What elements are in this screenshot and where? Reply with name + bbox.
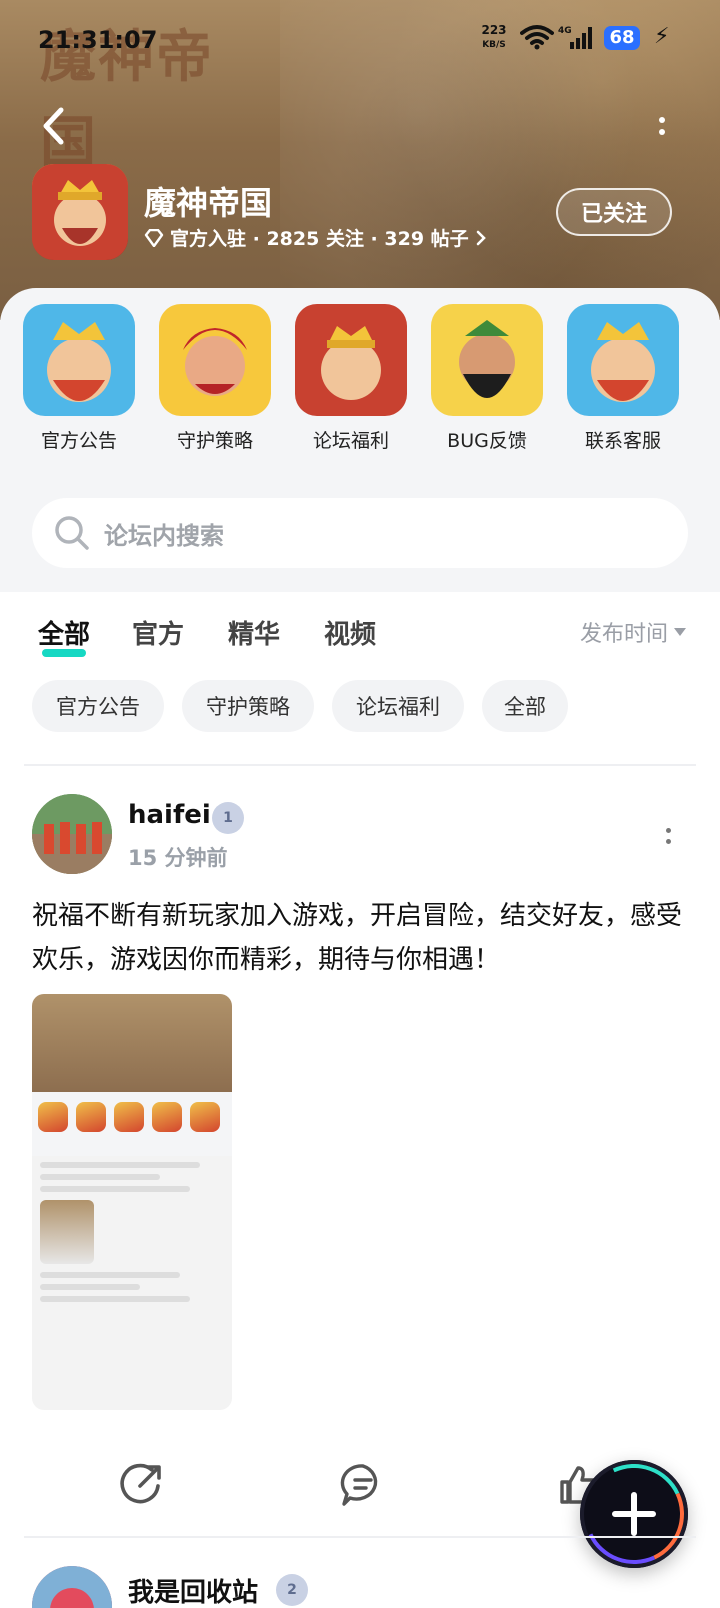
chip-official-notice[interactable]: 官方公告 <box>32 680 164 732</box>
dot-icon <box>665 828 671 833</box>
bug-feedback-icon <box>431 304 543 416</box>
thumbnail-channels <box>32 1092 232 1156</box>
create-post-button[interactable] <box>580 1460 688 1568</box>
charging-icon: ⚡ <box>654 24 670 49</box>
search-placeholder: 论坛内搜索 <box>104 521 224 550</box>
user-avatar-image <box>32 794 112 874</box>
channel-list: 官方公告 守护策略 论坛福利 BUG反馈 联系客服 <box>22 304 702 454</box>
status-bar: 21:31:07 223 KB/S 4G 68 ⚡ <box>0 20 720 60</box>
search-icon <box>55 516 89 550</box>
share-icon[interactable] <box>118 1462 164 1508</box>
chip-all[interactable]: 全部 <box>482 680 568 732</box>
post-content[interactable]: 祝福不断有新玩家加入游戏，开启冒险，结交好友，感受欢乐，游戏因你而精彩，期待与你… <box>32 894 692 982</box>
forum-title: 魔神帝国 <box>144 184 273 222</box>
back-button[interactable] <box>36 104 70 148</box>
official-notice-icon <box>23 304 135 416</box>
battery-indicator: 68 <box>604 26 640 50</box>
forum-stats[interactable]: 官方入驻 · 2825 关注 · 329 帖子 <box>144 224 487 251</box>
user-avatar-image <box>32 1566 112 1608</box>
avatar[interactable] <box>32 1566 112 1608</box>
chevron-left-icon <box>43 107 64 145</box>
network-speed: 223 KB/S <box>481 23 507 51</box>
channel-customer-service[interactable]: 联系客服 <box>566 304 680 454</box>
forum-search-bar[interactable]: 论坛内搜索 <box>32 498 688 568</box>
divider <box>24 1536 696 1538</box>
cellular-signal-icon: 4G <box>558 26 592 49</box>
avatar[interactable] <box>32 794 112 874</box>
post-author[interactable]: 我是回收站 <box>128 1572 258 1608</box>
chip-guard-strategy[interactable]: 守护策略 <box>182 680 314 732</box>
tab-video[interactable]: 视频 <box>324 614 376 651</box>
forum-header-banner: 魔神帝国 21:31:07 223 KB/S 4G 68 ⚡ 魔神帝国 官方入驻… <box>0 0 720 320</box>
post-image-thumbnail[interactable] <box>32 994 232 1410</box>
post-more-button[interactable] <box>660 822 676 850</box>
wifi-icon <box>520 25 554 50</box>
tab-all[interactable]: 全部 <box>38 614 90 657</box>
divider <box>24 764 696 766</box>
chevron-right-icon <box>476 230 486 245</box>
forum-app-icon <box>32 164 128 260</box>
guard-strategy-icon <box>159 304 271 416</box>
status-time: 21:31:07 <box>38 26 158 54</box>
caret-down-icon <box>674 628 687 636</box>
svg-text:4G: 4G <box>558 26 572 36</box>
follow-button[interactable]: 已关注 <box>556 188 672 236</box>
tab-official[interactable]: 官方 <box>132 614 184 651</box>
user-level-badge: 1 <box>212 802 244 834</box>
dot-icon <box>659 129 665 135</box>
king-portrait-icon <box>32 164 128 260</box>
post-time: 15 分钟前 <box>128 846 228 870</box>
forum-channel-sheet: 官方公告 守护策略 论坛福利 BUG反馈 联系客服 论坛内搜索 <box>0 288 720 592</box>
post-author[interactable]: haifei <box>128 800 211 830</box>
chip-forum-benefits[interactable]: 论坛福利 <box>332 680 464 732</box>
thumbnail-header <box>32 994 232 1092</box>
dot-icon <box>665 839 671 844</box>
channel-guard-strategy[interactable]: 守护策略 <box>158 304 272 454</box>
tab-featured[interactable]: 精华 <box>228 614 280 651</box>
more-options-button[interactable] <box>650 108 674 144</box>
diamond-icon <box>144 228 164 247</box>
channel-official-notice[interactable]: 官方公告 <box>22 304 136 454</box>
dot-icon <box>659 117 665 123</box>
comment-icon[interactable] <box>340 1462 386 1508</box>
channel-forum-benefits[interactable]: 论坛福利 <box>294 304 408 454</box>
sort-dropdown[interactable]: 发布时间 <box>580 616 687 648</box>
plus-icon <box>612 1492 656 1536</box>
channel-bug-feedback[interactable]: BUG反馈 <box>430 304 544 454</box>
customer-service-icon <box>567 304 679 416</box>
forum-benefits-icon <box>295 304 407 416</box>
user-level-badge: 2 <box>276 1574 308 1606</box>
